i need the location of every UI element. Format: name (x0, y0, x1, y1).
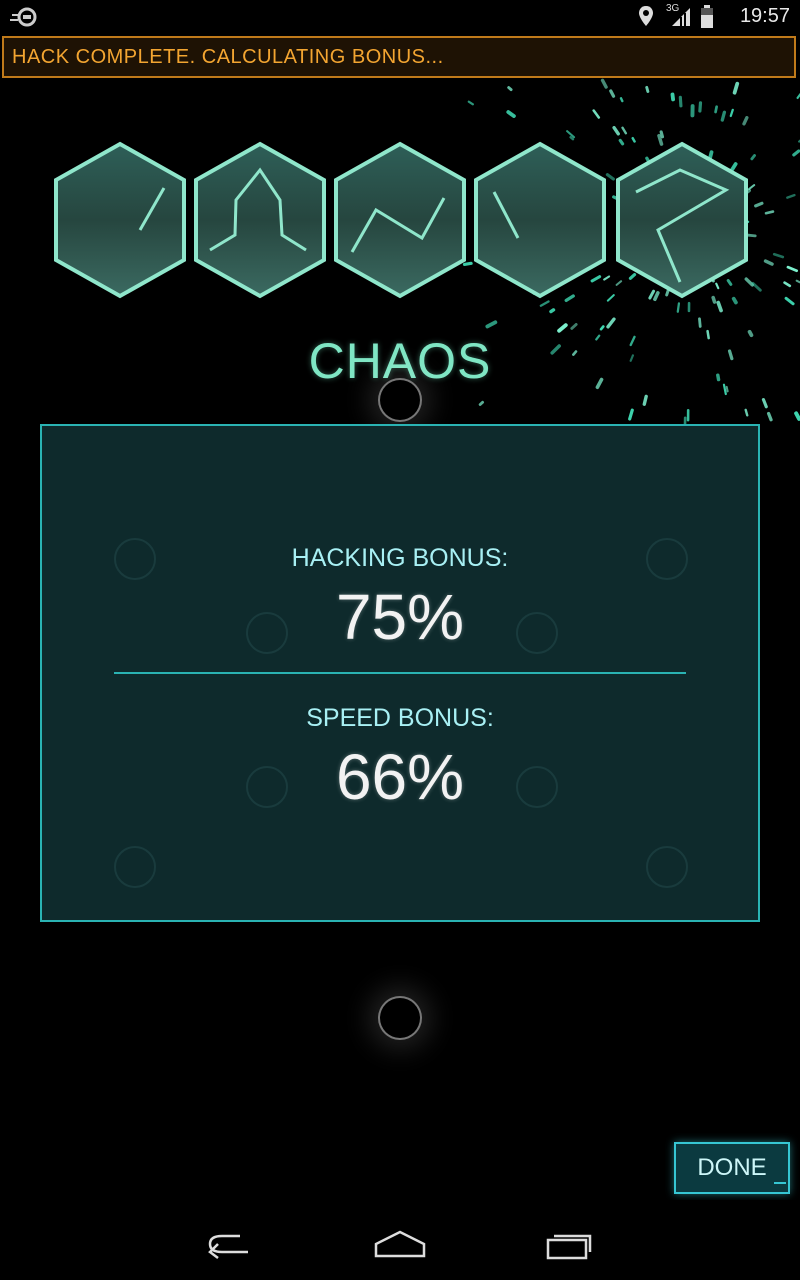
particle (794, 411, 800, 421)
particle (628, 408, 634, 421)
location-icon (639, 6, 653, 26)
portal-node-bottom (380, 998, 420, 1038)
particle (609, 89, 616, 98)
particle (566, 130, 576, 139)
glyph-sequence (0, 140, 800, 310)
done-button-label: DONE (697, 1154, 767, 1181)
particle (645, 85, 650, 93)
particle (569, 136, 575, 141)
particle (766, 411, 773, 422)
particle (606, 317, 616, 329)
glyph-hex-3 (334, 141, 466, 299)
particle (659, 130, 665, 139)
particle (670, 92, 675, 102)
particle (642, 394, 648, 406)
ghost-node (114, 846, 156, 888)
particle (732, 81, 740, 95)
hacking-bonus-label: HACKING BONUS: (291, 544, 509, 572)
particle (485, 320, 498, 329)
status-icons: 3G (639, 3, 730, 29)
particle (599, 325, 605, 331)
signal-icon (672, 8, 690, 26)
particle (698, 317, 702, 328)
glyph-hex-4 (474, 141, 606, 299)
status-time: 19:57 (739, 5, 790, 27)
particle (729, 108, 734, 118)
particle (600, 78, 608, 89)
glyph-hex-1 (54, 141, 186, 299)
particle (720, 110, 727, 122)
particle (570, 323, 578, 330)
particle (742, 116, 749, 126)
home-icon[interactable] (370, 1222, 430, 1262)
particle (744, 408, 749, 417)
bonus-panel: HACKING BONUS: 75% SPEED BONUS: 66% (40, 424, 760, 922)
speed-bonus-label: SPEED BONUS: (306, 704, 494, 732)
particle (621, 126, 628, 135)
done-button[interactable]: DONE (674, 1142, 790, 1194)
glyph-hex-2 (194, 141, 326, 299)
particle (478, 400, 485, 406)
panel-divider (114, 672, 686, 674)
particle (714, 105, 718, 114)
glyph-hex-5 (616, 141, 748, 299)
particle (612, 126, 620, 136)
hacking-bonus-value: 75% (335, 581, 465, 653)
particle (761, 397, 768, 409)
status-bar: 3G 19:57 (0, 0, 800, 34)
button-corner-accent (774, 1182, 786, 1190)
ingress-notification-icon (10, 7, 37, 27)
hack-status-banner: HACK COMPLETE. CALCULATING BONUS... (2, 36, 796, 78)
recents-icon[interactable] (540, 1222, 600, 1262)
back-icon[interactable] (200, 1222, 260, 1262)
navigation-bar (0, 1200, 800, 1280)
particle (698, 101, 703, 113)
ghost-node (646, 846, 688, 888)
battery-icon (701, 5, 713, 28)
particle (506, 110, 516, 118)
particle (467, 100, 474, 106)
particle (619, 97, 624, 103)
portal-node-top (380, 380, 420, 420)
particle (549, 308, 556, 314)
particle (557, 323, 568, 333)
particle (678, 95, 683, 108)
particle (592, 109, 601, 119)
speed-bonus-value: 66% (335, 741, 465, 813)
banner-text: HACK COMPLETE. CALCULATING BONUS... (12, 46, 444, 68)
particle (507, 86, 513, 92)
